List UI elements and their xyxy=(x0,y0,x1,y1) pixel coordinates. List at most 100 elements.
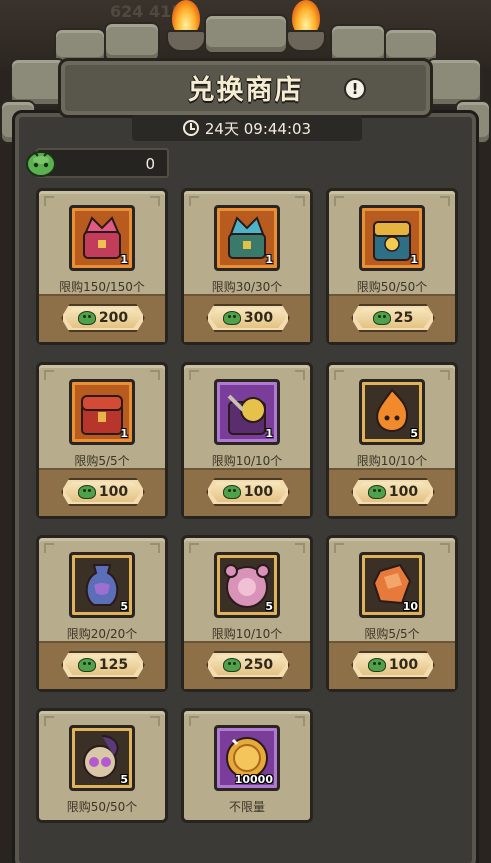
purchase-limit: 限购150/150个 xyxy=(59,280,145,294)
card-corner-ornament xyxy=(295,196,305,206)
card-corner-ornament xyxy=(150,370,160,380)
info-button[interactable]: ! xyxy=(344,78,366,100)
countdown-timer: 24天 09:44:03 xyxy=(132,115,362,141)
green-slime-token-icon xyxy=(77,311,96,325)
shop-item-card[interactable]: 1 限购30/30个 300 xyxy=(181,188,313,345)
timer-text: 24天 09:44:03 xyxy=(204,119,312,138)
green-slime-token-icon xyxy=(77,658,96,672)
item-quantity: 10000 xyxy=(234,773,273,786)
shop-item-card[interactable]: 1 限购5/5个 100 xyxy=(36,362,168,519)
green-slime-token-icon xyxy=(372,311,391,325)
item-quantity: 5 xyxy=(120,600,128,613)
price-label: 250 xyxy=(243,657,274,673)
price-strip: 100 xyxy=(39,468,165,516)
card-corner-ornament xyxy=(334,370,344,380)
item-quantity: 10 xyxy=(402,600,418,613)
red-chest-icon[interactable]: 1 xyxy=(69,379,135,445)
shop-item-card[interactable]: 10 限购5/5个 100 xyxy=(326,535,458,692)
item-quantity: 1 xyxy=(120,427,128,440)
purchase-limit: 限购10/10个 xyxy=(211,627,283,641)
card-corner-ornament xyxy=(150,196,160,206)
price-strip: 100 xyxy=(329,641,455,689)
card-corner-ornament xyxy=(295,370,305,380)
purchase-limit: 限购50/50个 xyxy=(356,280,428,294)
item-quantity: 1 xyxy=(265,427,273,440)
blue-vase-icon[interactable]: 5 xyxy=(69,552,135,618)
card-corner-ornament xyxy=(44,196,54,206)
item-quantity: 5 xyxy=(410,427,418,440)
item-quantity: 1 xyxy=(120,253,128,266)
price-label: 100 xyxy=(243,484,274,500)
shop-item-card[interactable]: 5 限购50/50个 xyxy=(36,708,168,823)
price-strip: 25 xyxy=(329,294,455,342)
wall-stone xyxy=(104,22,160,62)
green-slime-token-icon xyxy=(222,311,241,325)
green-slime-token-icon xyxy=(222,658,241,672)
green-slime-token-icon xyxy=(26,151,56,177)
purchase-limit: 限购50/50个 xyxy=(66,800,138,814)
green-slime-token-icon xyxy=(222,485,241,499)
price-label: 300 xyxy=(243,310,274,326)
wall-stone xyxy=(204,14,288,54)
price-strip: 250 xyxy=(184,641,310,689)
clock-icon xyxy=(182,120,199,136)
card-corner-ornament xyxy=(295,716,305,726)
gold-coin-icon[interactable]: 10000 xyxy=(214,725,280,791)
skull-potion-icon[interactable]: 5 xyxy=(69,725,135,791)
card-corner-ornament xyxy=(150,716,160,726)
shop-item-card[interactable]: 10000 不限量 xyxy=(181,708,313,823)
torch-icon xyxy=(164,0,208,58)
item-quantity: 5 xyxy=(120,773,128,786)
price-label: 25 xyxy=(393,310,414,326)
card-corner-ornament xyxy=(189,716,199,726)
gold-paw-chest-icon[interactable]: 1 xyxy=(359,205,425,271)
purple-mask-chest-icon[interactable]: 1 xyxy=(214,379,280,445)
card-corner-ornament xyxy=(440,543,450,553)
card-corner-ornament xyxy=(189,196,199,206)
green-slime-token-icon xyxy=(367,658,386,672)
pink-crown-chest-icon[interactable]: 1 xyxy=(69,205,135,271)
buy-button[interactable]: 200 xyxy=(61,304,145,332)
price-label: 200 xyxy=(98,310,129,326)
shop-item-card[interactable]: 1 限购50/50个 25 xyxy=(326,188,458,345)
buy-button[interactable]: 100 xyxy=(206,478,290,506)
price-label: 100 xyxy=(388,657,419,673)
pink-cookie-icon[interactable]: 5 xyxy=(214,552,280,618)
purchase-limit: 限购30/30个 xyxy=(211,280,283,294)
shop-item-card[interactable]: 1 限购150/150个 200 xyxy=(36,188,168,345)
buy-button[interactable]: 25 xyxy=(351,304,435,332)
orange-crystal-icon[interactable]: 10 xyxy=(359,552,425,618)
shop-item-card[interactable]: 5 限购10/10个 100 xyxy=(326,362,458,519)
card-corner-ornament xyxy=(44,543,54,553)
buy-button[interactable]: 125 xyxy=(61,651,145,679)
buy-button[interactable]: 250 xyxy=(206,651,290,679)
item-quantity: 5 xyxy=(265,600,273,613)
buy-button[interactable]: 100 xyxy=(351,478,435,506)
card-corner-ornament xyxy=(440,370,450,380)
card-corner-ornament xyxy=(440,196,450,206)
shop-item-card[interactable]: 5 限购20/20个 125 xyxy=(36,535,168,692)
buy-button[interactable]: 100 xyxy=(61,478,145,506)
purchase-limit: 限购5/5个 xyxy=(364,627,420,641)
card-corner-ornament xyxy=(295,543,305,553)
price-strip: 300 xyxy=(184,294,310,342)
item-quantity: 1 xyxy=(410,253,418,266)
card-corner-ornament xyxy=(334,543,344,553)
shop-item-card[interactable]: 5 限购10/10个 250 xyxy=(181,535,313,692)
purchase-limit: 不限量 xyxy=(228,800,265,814)
card-corner-ornament xyxy=(150,543,160,553)
green-slime-token-icon xyxy=(77,485,96,499)
torch-icon xyxy=(284,0,328,58)
item-quantity: 1 xyxy=(265,253,273,266)
card-corner-ornament xyxy=(334,196,344,206)
buy-button[interactable]: 300 xyxy=(206,304,290,332)
teal-crown-chest-icon[interactable]: 1 xyxy=(214,205,280,271)
price-strip: 125 xyxy=(39,641,165,689)
page-title: 兑换商店 xyxy=(187,75,304,106)
price-label: 100 xyxy=(388,484,419,500)
purchase-limit: 限购20/20个 xyxy=(66,627,138,641)
fire-sprite-icon[interactable]: 5 xyxy=(359,379,425,445)
shop-item-card[interactable]: 1 限购10/10个 100 xyxy=(181,362,313,519)
price-strip: 200 xyxy=(39,294,165,342)
buy-button[interactable]: 100 xyxy=(351,651,435,679)
